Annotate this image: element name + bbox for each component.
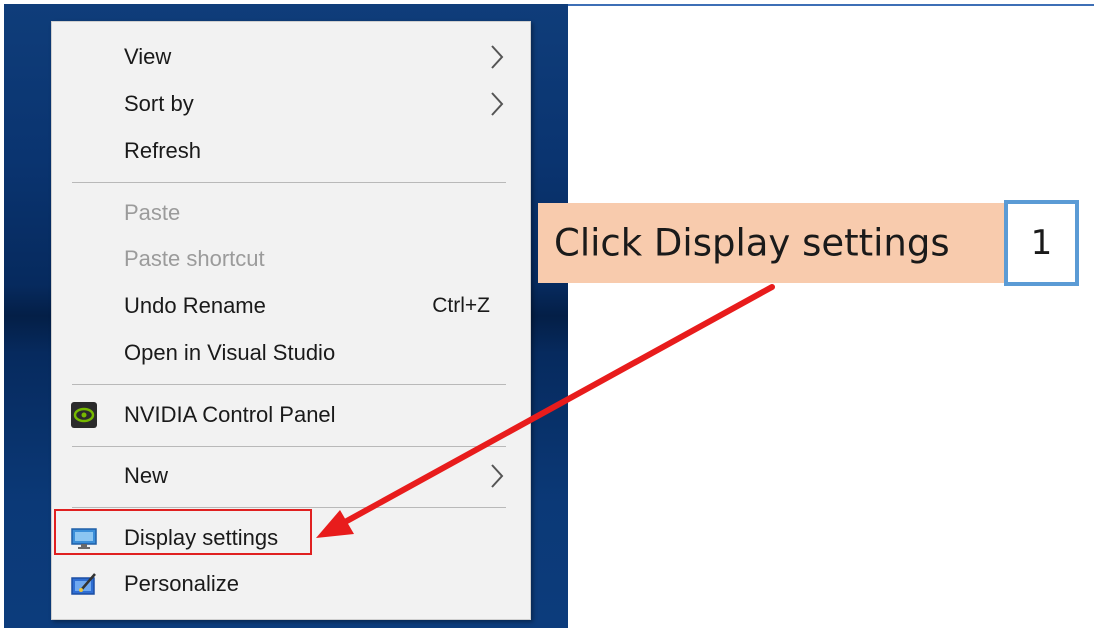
nvidia-icon xyxy=(71,402,97,428)
step-number-box: 1 xyxy=(1004,200,1079,286)
menu-item-label: Personalize xyxy=(124,571,239,596)
menu-item-label: View xyxy=(124,44,172,69)
callout-text: Click Display settings xyxy=(554,221,950,265)
step-number: 1 xyxy=(1030,223,1053,263)
menu-separator xyxy=(72,507,506,508)
menu-item-nvidia-control-panel[interactable]: NVIDIA Control Panel xyxy=(52,393,530,437)
menu-item-label: Paste xyxy=(124,200,181,225)
menu-separator xyxy=(72,182,506,183)
menu-item-view[interactable]: View xyxy=(52,35,530,79)
instruction-callout: Click Display settings xyxy=(538,203,1006,283)
menu-separator xyxy=(72,446,506,447)
menu-item-personalize[interactable]: Personalize xyxy=(52,562,530,606)
personalize-icon xyxy=(71,573,96,595)
menu-item-label: Undo Rename xyxy=(124,293,266,318)
menu-item-new[interactable]: New xyxy=(52,454,530,498)
chevron-right-icon xyxy=(491,464,504,488)
menu-item-label: Open in Visual Studio xyxy=(124,340,336,365)
menu-item-refresh[interactable]: Refresh xyxy=(52,129,530,173)
menu-item-label: NVIDIA Control Panel xyxy=(124,402,336,427)
chevron-right-icon xyxy=(491,45,504,69)
menu-item-paste-shortcut[interactable]: Paste shortcut xyxy=(52,237,530,281)
menu-item-label: Sort by xyxy=(124,91,194,116)
menu-item-shortcut: Ctrl+Z xyxy=(432,294,490,317)
menu-item-label: New xyxy=(124,463,169,488)
menu-separator xyxy=(72,384,506,385)
menu-item-sort-by[interactable]: Sort by xyxy=(52,82,530,126)
chevron-right-icon xyxy=(491,92,504,116)
menu-item-open-in-visual-studio[interactable]: Open in Visual Studio xyxy=(52,331,530,375)
menu-item-label: Refresh xyxy=(124,138,202,163)
menu-item-undo-rename[interactable]: Undo Rename Ctrl+Z xyxy=(52,284,530,328)
menu-item-label: Paste shortcut xyxy=(124,246,265,271)
menu-item-paste[interactable]: Paste xyxy=(52,191,530,235)
display-settings-highlight xyxy=(54,509,312,555)
screenshot-stage: View Sort by Refresh Paste Paste shortcu… xyxy=(0,0,1094,628)
window-top-border xyxy=(565,4,1094,6)
